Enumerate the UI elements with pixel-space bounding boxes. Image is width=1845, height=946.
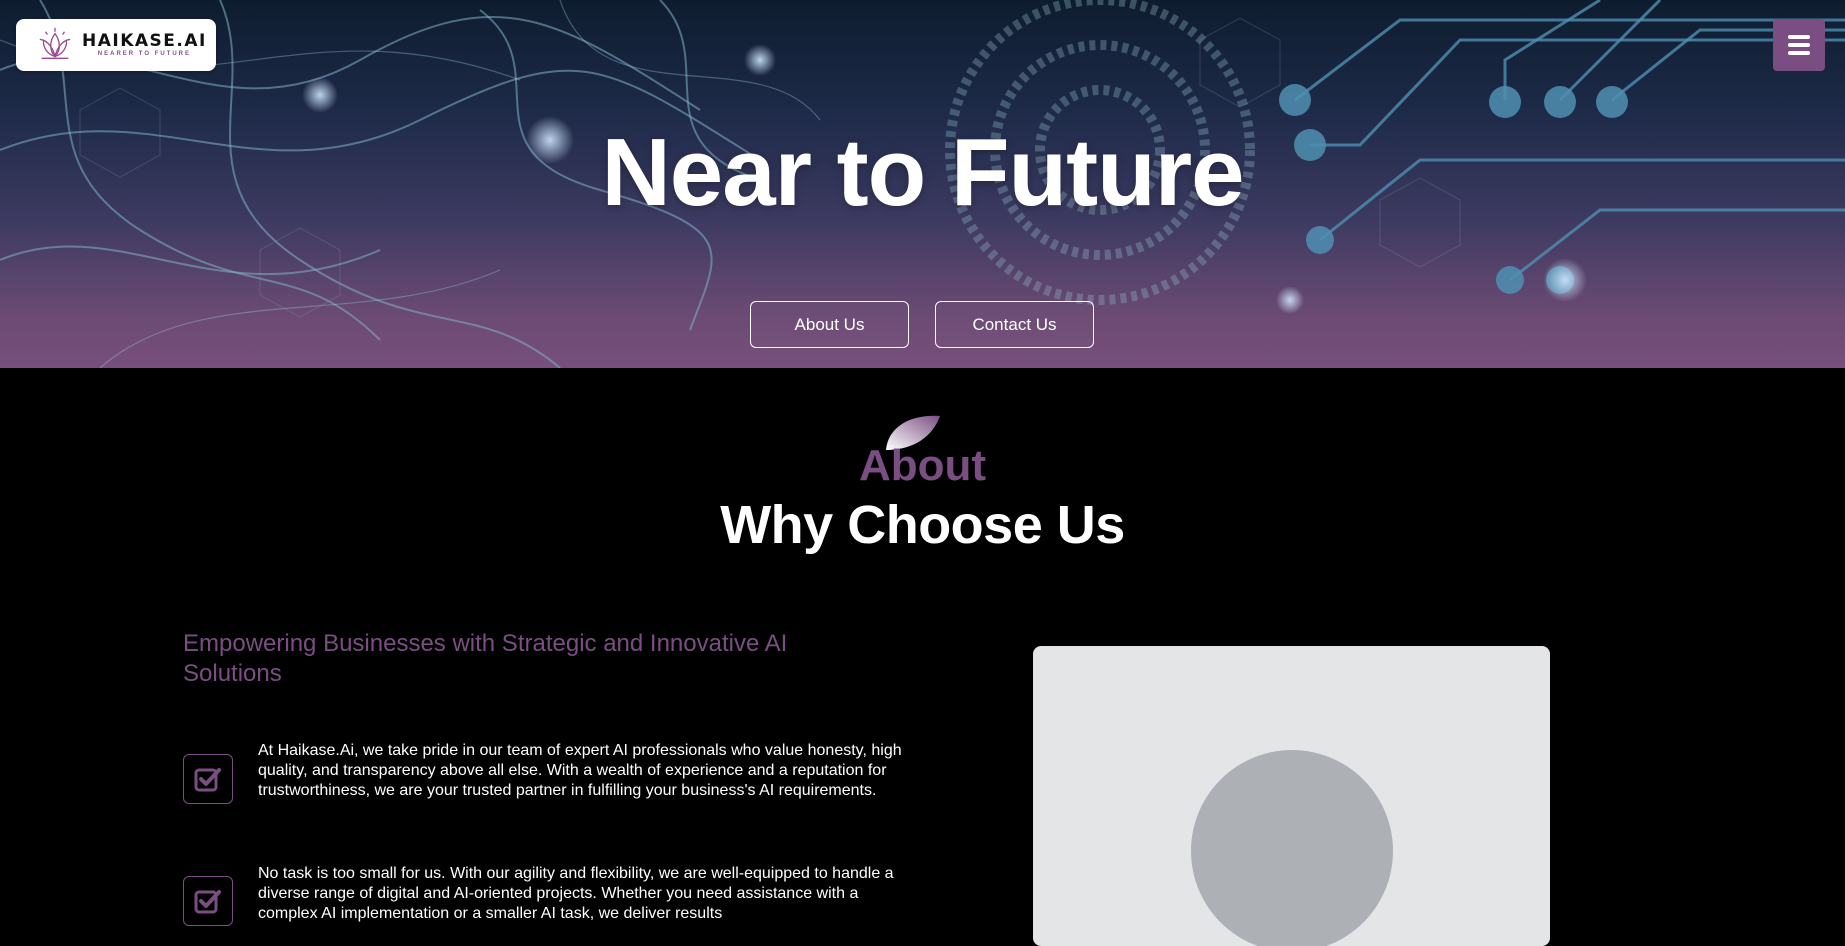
- contact-us-button[interactable]: Contact Us: [935, 301, 1094, 348]
- brand-name: HAIKASE.AI: [82, 31, 207, 51]
- feature-text: No task is too small for us. With our ag…: [258, 865, 894, 922]
- checkbox-checked-icon: [183, 876, 233, 926]
- lotus-mark-icon: [39, 27, 71, 59]
- brand-logo[interactable]: HAIKASE.AI NEARER TO FUTURE: [16, 19, 216, 71]
- feature-text: At Haikase.Ai, we take pride in our team…: [258, 742, 902, 799]
- brand-wordmark: HAIKASE.AI NEARER TO FUTURE: [82, 32, 207, 58]
- section-subheading: Empowering Businesses with Strategic and…: [183, 630, 788, 687]
- image-placeholder: [1033, 646, 1550, 946]
- hero-title: Near to Future: [601, 119, 1244, 226]
- hamburger-menu-button[interactable]: [1773, 19, 1825, 71]
- section-title: Why Choose Us: [720, 495, 1125, 555]
- brand-tagline: NEARER TO FUTURE: [97, 51, 192, 57]
- hamburger-menu-icon: [1788, 35, 1810, 55]
- section-label: About: [858, 441, 987, 490]
- checkbox-checked-icon: [183, 754, 233, 804]
- image-placeholder-icon: [1191, 750, 1393, 946]
- about-us-button[interactable]: About Us: [750, 301, 909, 348]
- hero-banner: HAIKASE.AI NEARER TO FUTURE Near to Futu…: [0, 0, 1845, 368]
